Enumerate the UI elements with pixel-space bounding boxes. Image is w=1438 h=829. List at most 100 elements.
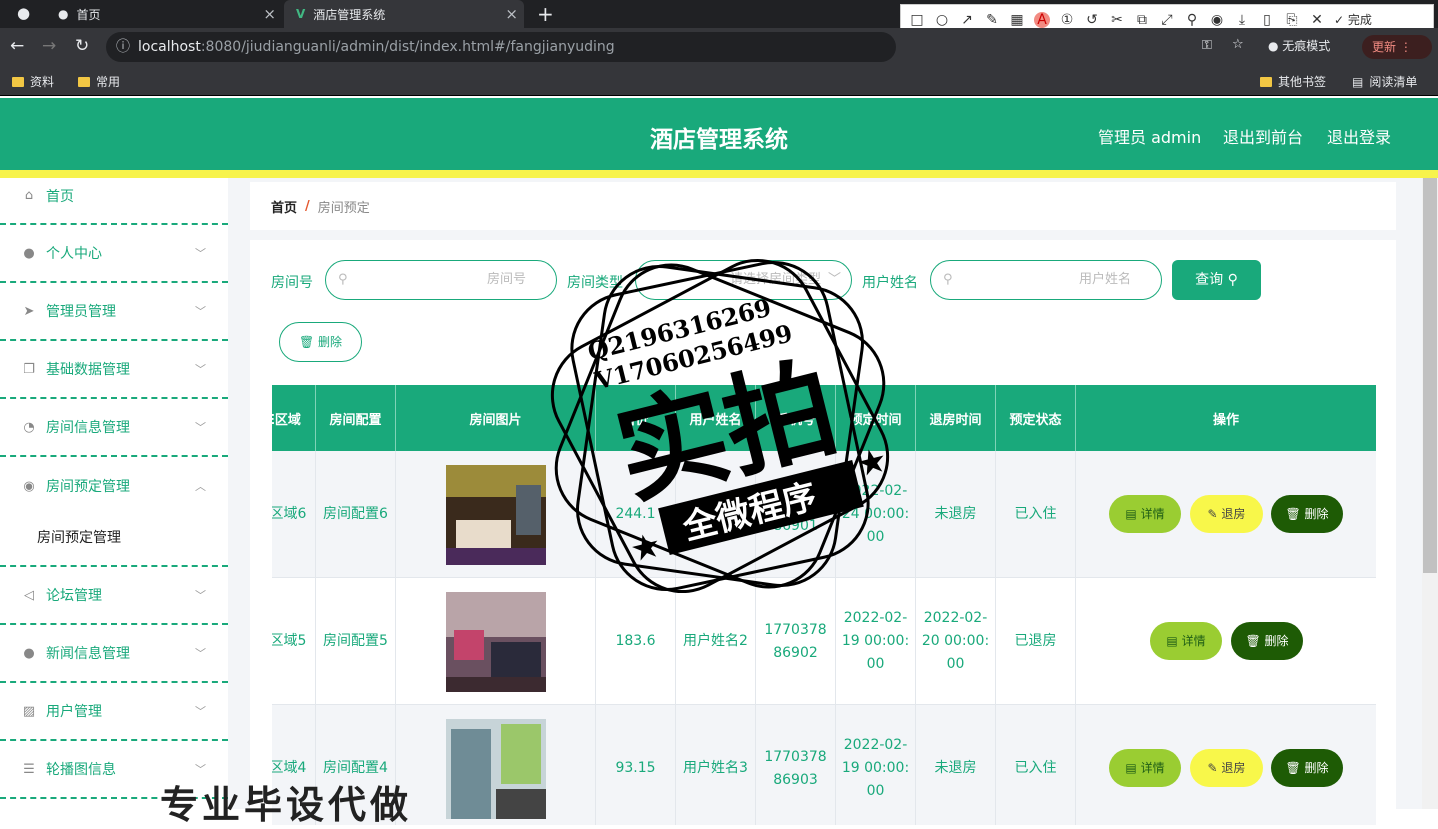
copy-icon: ❐: [23, 361, 35, 377]
done-button[interactable]: ✓ 完成: [1334, 11, 1372, 28]
status-cell: 已入住: [996, 705, 1076, 825]
app-header: 酒店管理系统 管理员 admin 退出到前台 退出登录: [0, 98, 1438, 170]
room-photo[interactable]: [445, 718, 546, 819]
config-cell: 房间配置5: [316, 578, 396, 705]
sidebar-item-news[interactable]: ● 新闻信息管理 ﹀: [0, 625, 228, 683]
room-no-input[interactable]: ⚲ 房间号: [325, 260, 557, 300]
close-icon[interactable]: ×: [263, 5, 276, 23]
sidebar-subitem-booking[interactable]: 房间预定管理: [0, 509, 228, 567]
tab-label: 首页: [76, 7, 101, 22]
book-time-cell: 2022-02-19 00:00:00: [836, 705, 916, 825]
bookmark-icon[interactable]: ⎘: [1284, 12, 1300, 28]
room-photo[interactable]: [445, 591, 546, 692]
book-time-cell: 2022-02-19 00:00:00: [836, 578, 916, 705]
table-header: E区域: [272, 385, 316, 451]
key-icon[interactable]: ⚿: [1202, 38, 1212, 53]
bookmark-folder[interactable]: 资料: [12, 73, 54, 90]
update-button[interactable]: 更新 ⋮: [1362, 35, 1432, 59]
reload-icon[interactable]: ↻: [75, 36, 89, 56]
search-icon: ⚲: [338, 272, 348, 287]
sidebar-item-booking[interactable]: ◉ 房间预定管理 ︿: [0, 457, 228, 515]
chart-icon: ▨: [22, 703, 36, 719]
forward-icon[interactable]: →: [42, 36, 56, 56]
scrollbar[interactable]: [1422, 178, 1438, 809]
chevron-down-icon: ﹀: [195, 421, 206, 434]
pen-icon[interactable]: ✎: [984, 12, 1000, 28]
room-type-select[interactable]: 请选择房间类型 ﹀: [635, 260, 852, 300]
number-icon[interactable]: ①: [1059, 12, 1075, 28]
circle-icon[interactable]: ○: [934, 12, 950, 28]
sidebar-item-profile[interactable]: ● 个人中心 ﹀: [0, 225, 228, 283]
undo-icon[interactable]: ↺: [1084, 12, 1100, 28]
text-icon[interactable]: A: [1034, 11, 1050, 28]
scan-icon[interactable]: ⤢: [1159, 12, 1175, 28]
main-content: 首页 / 房间预定 房间号 ⚲ 房间号 房间类型 请选择房间类型 ﹀ 用户姓名 …: [228, 178, 1422, 825]
table-header: 房间配置: [316, 385, 396, 451]
tab-hotel[interactable]: V 酒店管理系统 ×: [284, 0, 524, 28]
price-cell: 183.6: [596, 578, 676, 705]
tab-home[interactable]: ● 首页 ×: [46, 0, 282, 28]
incognito-badge[interactable]: ● 无痕模式: [1268, 37, 1330, 54]
star-icon[interactable]: ☆: [1232, 37, 1244, 52]
table-header: 手机号: [756, 385, 836, 451]
detail-button[interactable]: ▤ 详情: [1109, 749, 1181, 787]
table-header: 操作: [1076, 385, 1376, 451]
price-cell: 93.15: [596, 705, 676, 825]
bookmark-folder[interactable]: 常用: [78, 73, 120, 90]
checkout-cell: 未退房: [916, 705, 996, 825]
front-link[interactable]: 退出到前台: [1223, 124, 1303, 148]
delete-button[interactable]: 🗑 删除: [1231, 622, 1303, 660]
photo-cell: [396, 705, 596, 825]
pin-icon[interactable]: ⚲: [1184, 12, 1200, 28]
folder-icon: [12, 76, 24, 87]
back-icon[interactable]: ←: [10, 36, 24, 56]
sidebar-item-admins[interactable]: ➤ 管理员管理 ﹀: [0, 283, 228, 341]
area-cell: E区域5: [272, 578, 316, 705]
info-icon: ⓘ: [116, 39, 130, 55]
download-icon[interactable]: ⤓: [1234, 12, 1250, 28]
breadcrumb-home[interactable]: 首页: [271, 197, 297, 216]
phone-icon[interactable]: ▯: [1259, 12, 1275, 28]
rect-icon[interactable]: □: [909, 12, 925, 28]
table-header: 售价: [596, 385, 676, 451]
detail-button[interactable]: ▤ 详情: [1109, 495, 1181, 533]
sidebar-item-basedata[interactable]: ❐ 基础数据管理 ﹀: [0, 341, 228, 399]
sidebar: ⌂ 首页 ● 个人中心 ﹀ ➤ 管理员管理 ﹀ ❐ 基础数据管理 ﹀ ◔ 房间信息管理 ﹀ ◉ 房间…: [0, 178, 228, 809]
sidebar-item-rooms[interactable]: ◔ 房间信息管理 ﹀: [0, 399, 228, 457]
bookmark-folder[interactable]: 其他书签: [1260, 73, 1326, 90]
delete-button[interactable]: 🗑 删除: [1271, 749, 1343, 787]
close-icon[interactable]: ✕: [1309, 12, 1325, 28]
content-panel: 房间号 ⚲ 房间号 房间类型 请选择房间类型 ﹀ 用户姓名 ⚲ 用户姓名 查询 …: [250, 240, 1396, 825]
record-icon[interactable]: ◉: [1209, 12, 1225, 28]
translate-icon[interactable]: ⧉: [1134, 12, 1150, 28]
arrow-icon[interactable]: ↗: [959, 12, 975, 28]
search-icon: ⚲: [1227, 272, 1238, 288]
crop-icon[interactable]: ✂: [1109, 12, 1125, 28]
book-time-cell: 2022-02-24 00:00:00: [836, 451, 916, 578]
close-icon[interactable]: ×: [505, 5, 518, 23]
table-row: E区域4 房间配置4 93.15 用户姓名3 177037886903 2022…: [272, 705, 1376, 825]
actions-cell: ▤ 详情 ✎ 退房 🗑 删除: [1076, 705, 1376, 825]
folder-icon: [1260, 76, 1272, 87]
room-photo[interactable]: [445, 464, 546, 565]
checkout-button[interactable]: ✎ 退房: [1190, 749, 1263, 787]
logout-link[interactable]: 退出登录: [1327, 124, 1391, 148]
list-icon: ☰: [23, 761, 35, 777]
price-cell: 244.1: [596, 451, 676, 578]
sidebar-item-forum[interactable]: ◁ 论坛管理 ﹀: [0, 567, 228, 625]
sidebar-item-home[interactable]: ⌂ 首页: [0, 168, 228, 225]
user-name-input[interactable]: ⚲ 用户姓名: [930, 260, 1162, 300]
globe-icon[interactable]: ●: [17, 4, 30, 22]
checkout-button[interactable]: ✎ 退房: [1190, 495, 1263, 533]
query-button[interactable]: 查询 ⚲: [1172, 260, 1261, 300]
new-tab-icon[interactable]: +: [537, 2, 554, 26]
reading-list[interactable]: ▤ 阅读清单: [1352, 73, 1417, 90]
delete-button[interactable]: 🗑 删除: [1271, 495, 1343, 533]
scrollbar-thumb[interactable]: [1423, 178, 1437, 573]
mosaic-icon[interactable]: ▦: [1009, 12, 1025, 28]
sidebar-item-users[interactable]: ▨ 用户管理 ﹀: [0, 683, 228, 741]
url-field[interactable]: ⓘ localhost:8080/jiudianguanli/admin/dis…: [106, 32, 896, 62]
detail-button[interactable]: ▤ 详情: [1150, 622, 1222, 660]
batch-delete-button[interactable]: 🗑 删除: [279, 322, 362, 362]
table-header: 预定状态: [996, 385, 1076, 451]
